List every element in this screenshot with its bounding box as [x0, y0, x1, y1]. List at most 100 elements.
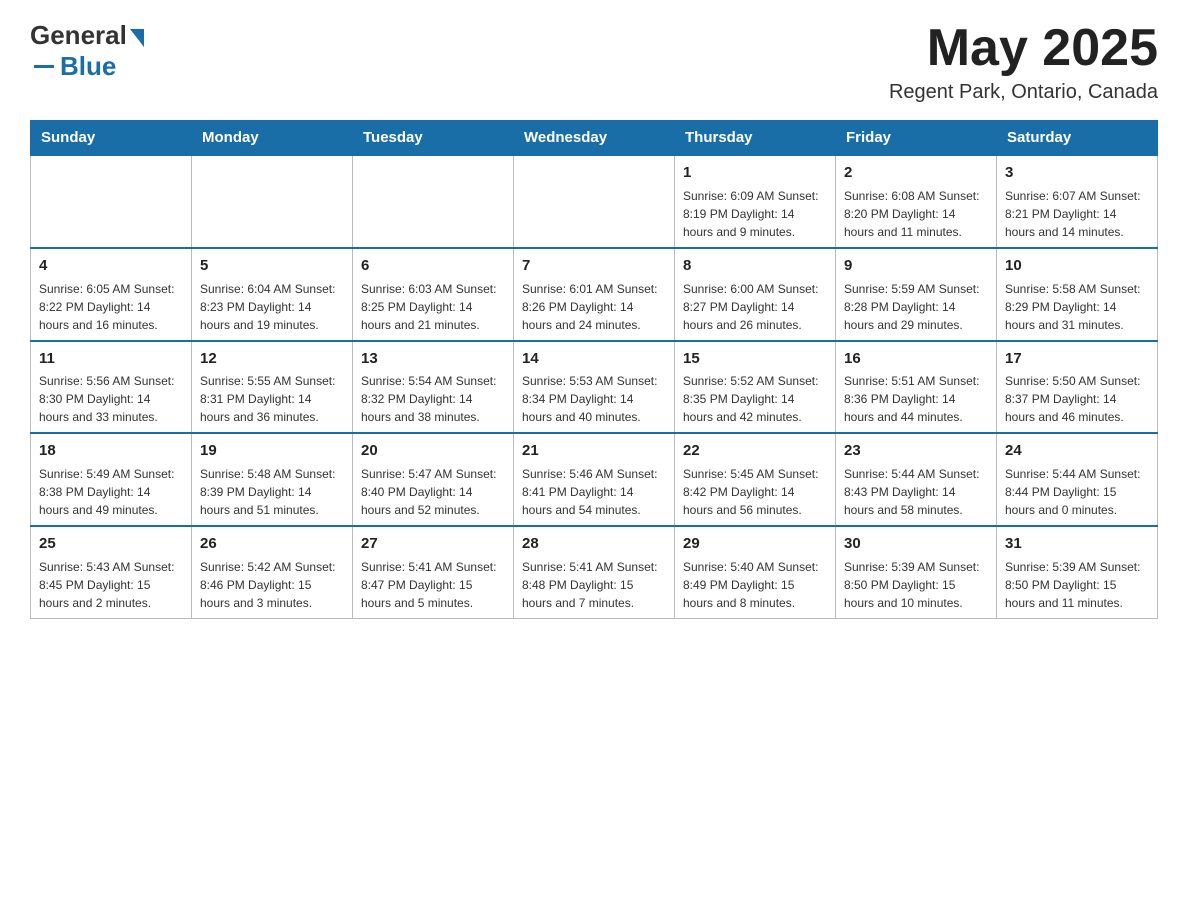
calendar-cell-4-3: 20Sunrise: 5:47 AM Sunset: 8:40 PM Dayli…: [353, 433, 514, 526]
week-row-4: 18Sunrise: 5:49 AM Sunset: 8:38 PM Dayli…: [31, 433, 1158, 526]
day-info: Sunrise: 5:56 AM Sunset: 8:30 PM Dayligh…: [39, 372, 183, 426]
day-info: Sunrise: 5:59 AM Sunset: 8:28 PM Dayligh…: [844, 280, 988, 334]
week-row-5: 25 Sunrise: 5:43 AM Sunset: 8:45 PM Dayli…: [31, 526, 1158, 618]
day-info: Sunrise: 5:54 AM Sunset: 8:32 PM Dayligh…: [361, 372, 505, 426]
day-info: Sunrise: 6:07 AM Sunset: 8:21 PM Dayligh…: [1005, 187, 1149, 241]
day-info: Sunrise: 5:44 AM Sunset: 8:44 PM Dayligh…: [1005, 465, 1149, 519]
weekday-header-wednesday: Wednesday: [514, 121, 675, 156]
day-info: Sunrise: 5:48 AM Sunset: 8:39 PM Dayligh…: [200, 465, 344, 519]
day-number: 31: [1005, 533, 1149, 555]
day-info: Sunrise: 6:01 AM Sunset: 8:26 PM Dayligh…: [522, 280, 666, 334]
day-number: 27: [361, 533, 505, 555]
title-area: May 2025 Regent Park, Ontario, Canada: [889, 20, 1158, 104]
calendar-cell-4-5: 22 Sunrise: 5:45 AM Sunset: 8:42 PM Dayli…: [675, 433, 836, 526]
day-info: Sunrise: 5:40 AM Sunset: 8:49 PM Dayligh…: [683, 558, 827, 612]
calendar-cell-2-5: 8Sunrise: 6:00 AM Sunset: 8:27 PM Daylig…: [675, 248, 836, 341]
weekday-header-monday: Monday: [192, 121, 353, 156]
day-number: 9: [844, 255, 988, 277]
week-row-1: 1Sunrise: 6:09 AM Sunset: 8:19 PM Daylig…: [31, 155, 1158, 248]
day-info: Sunrise: 6:04 AM Sunset: 8:23 PM Dayligh…: [200, 280, 344, 334]
day-number: 1: [683, 162, 827, 184]
day-number: 2: [844, 162, 988, 184]
calendar-cell-1-6: 2 Sunrise: 6:08 AM Sunset: 8:20 PM Daylig…: [836, 155, 997, 248]
month-title: May 2025: [889, 20, 1158, 77]
calendar-cell-4-2: 19 Sunrise: 5:48 AM Sunset: 8:39 PM Dayli…: [192, 433, 353, 526]
calendar-cell-3-7: 17Sunrise: 5:50 AM Sunset: 8:37 PM Dayli…: [997, 341, 1158, 434]
day-info: Sunrise: 5:44 AM Sunset: 8:43 PM Dayligh…: [844, 465, 988, 519]
day-info: Sunrise: 5:41 AM Sunset: 8:48 PM Dayligh…: [522, 558, 666, 612]
calendar-cell-5-4: 28 Sunrise: 5:41 AM Sunset: 8:48 PM Dayli…: [514, 526, 675, 618]
weekday-header-saturday: Saturday: [997, 121, 1158, 156]
calendar-cell-3-4: 14Sunrise: 5:53 AM Sunset: 8:34 PM Dayli…: [514, 341, 675, 434]
day-number: 30: [844, 533, 988, 555]
day-number: 14: [522, 348, 666, 370]
calendar-cell-5-2: 26Sunrise: 5:42 AM Sunset: 8:46 PM Dayli…: [192, 526, 353, 618]
day-number: 28: [522, 533, 666, 555]
day-info: Sunrise: 5:45 AM Sunset: 8:42 PM Dayligh…: [683, 465, 827, 519]
calendar-cell-2-1: 4Sunrise: 6:05 AM Sunset: 8:22 PM Daylig…: [31, 248, 192, 341]
calendar-cell-5-1: 25 Sunrise: 5:43 AM Sunset: 8:45 PM Dayli…: [31, 526, 192, 618]
day-number: 22: [683, 440, 827, 462]
day-info: Sunrise: 5:41 AM Sunset: 8:47 PM Dayligh…: [361, 558, 505, 612]
logo-triangle-icon: [130, 29, 144, 47]
day-number: 23: [844, 440, 988, 462]
calendar-cell-1-5: 1Sunrise: 6:09 AM Sunset: 8:19 PM Daylig…: [675, 155, 836, 248]
day-number: 6: [361, 255, 505, 277]
calendar-cell-2-2: 5Sunrise: 6:04 AM Sunset: 8:23 PM Daylig…: [192, 248, 353, 341]
logo-general-text: General: [30, 20, 127, 51]
calendar-cell-1-1: [31, 155, 192, 248]
calendar-cell-1-2: [192, 155, 353, 248]
calendar-cell-5-5: 29 Sunrise: 5:40 AM Sunset: 8:49 PM Dayli…: [675, 526, 836, 618]
calendar-cell-2-4: 7Sunrise: 6:01 AM Sunset: 8:26 PM Daylig…: [514, 248, 675, 341]
weekday-header-sunday: Sunday: [31, 121, 192, 156]
weekday-header-thursday: Thursday: [675, 121, 836, 156]
weekday-header-friday: Friday: [836, 121, 997, 156]
day-number: 18: [39, 440, 183, 462]
location-subtitle: Regent Park, Ontario, Canada: [889, 81, 1158, 104]
day-info: Sunrise: 5:43 AM Sunset: 8:45 PM Dayligh…: [39, 558, 183, 612]
day-info: Sunrise: 5:55 AM Sunset: 8:31 PM Dayligh…: [200, 372, 344, 426]
day-info: Sunrise: 6:00 AM Sunset: 8:27 PM Dayligh…: [683, 280, 827, 334]
day-info: Sunrise: 5:42 AM Sunset: 8:46 PM Dayligh…: [200, 558, 344, 612]
calendar-cell-5-7: 31 Sunrise: 5:39 AM Sunset: 8:50 PM Dayli…: [997, 526, 1158, 618]
calendar-cell-3-3: 13Sunrise: 5:54 AM Sunset: 8:32 PM Dayli…: [353, 341, 514, 434]
calendar-cell-3-1: 11Sunrise: 5:56 AM Sunset: 8:30 PM Dayli…: [31, 341, 192, 434]
day-number: 19: [200, 440, 344, 462]
day-number: 11: [39, 348, 183, 370]
day-number: 12: [200, 348, 344, 370]
calendar-cell-5-6: 30 Sunrise: 5:39 AM Sunset: 8:50 PM Dayli…: [836, 526, 997, 618]
calendar-cell-4-6: 23 Sunrise: 5:44 AM Sunset: 8:43 PM Dayli…: [836, 433, 997, 526]
day-info: Sunrise: 6:08 AM Sunset: 8:20 PM Dayligh…: [844, 187, 988, 241]
calendar-cell-3-2: 12Sunrise: 5:55 AM Sunset: 8:31 PM Dayli…: [192, 341, 353, 434]
calendar-cell-4-7: 24 Sunrise: 5:44 AM Sunset: 8:44 PM Dayli…: [997, 433, 1158, 526]
day-number: 16: [844, 348, 988, 370]
day-info: Sunrise: 5:39 AM Sunset: 8:50 PM Dayligh…: [844, 558, 988, 612]
calendar-table: SundayMondayTuesdayWednesdayThursdayFrid…: [30, 120, 1158, 619]
calendar-cell-4-1: 18Sunrise: 5:49 AM Sunset: 8:38 PM Dayli…: [31, 433, 192, 526]
calendar-cell-1-3: [353, 155, 514, 248]
logo-blue-text: Blue: [60, 51, 116, 82]
day-number: 17: [1005, 348, 1149, 370]
calendar-cell-1-4: [514, 155, 675, 248]
day-info: Sunrise: 5:50 AM Sunset: 8:37 PM Dayligh…: [1005, 372, 1149, 426]
calendar-cell-4-4: 21Sunrise: 5:46 AM Sunset: 8:41 PM Dayli…: [514, 433, 675, 526]
day-number: 20: [361, 440, 505, 462]
day-number: 25: [39, 533, 183, 555]
day-number: 24: [1005, 440, 1149, 462]
day-number: 4: [39, 255, 183, 277]
logo: General Blue: [30, 20, 144, 82]
day-number: 29: [683, 533, 827, 555]
day-number: 10: [1005, 255, 1149, 277]
day-info: Sunrise: 6:03 AM Sunset: 8:25 PM Dayligh…: [361, 280, 505, 334]
day-number: 13: [361, 348, 505, 370]
calendar-cell-5-3: 27 Sunrise: 5:41 AM Sunset: 8:47 PM Dayli…: [353, 526, 514, 618]
day-info: Sunrise: 5:51 AM Sunset: 8:36 PM Dayligh…: [844, 372, 988, 426]
calendar-cell-2-3: 6 Sunrise: 6:03 AM Sunset: 8:25 PM Daylig…: [353, 248, 514, 341]
day-number: 21: [522, 440, 666, 462]
logo-line: [34, 65, 54, 68]
weekday-header-tuesday: Tuesday: [353, 121, 514, 156]
calendar-cell-3-5: 15Sunrise: 5:52 AM Sunset: 8:35 PM Dayli…: [675, 341, 836, 434]
day-info: Sunrise: 5:39 AM Sunset: 8:50 PM Dayligh…: [1005, 558, 1149, 612]
week-row-2: 4Sunrise: 6:05 AM Sunset: 8:22 PM Daylig…: [31, 248, 1158, 341]
day-number: 3: [1005, 162, 1149, 184]
